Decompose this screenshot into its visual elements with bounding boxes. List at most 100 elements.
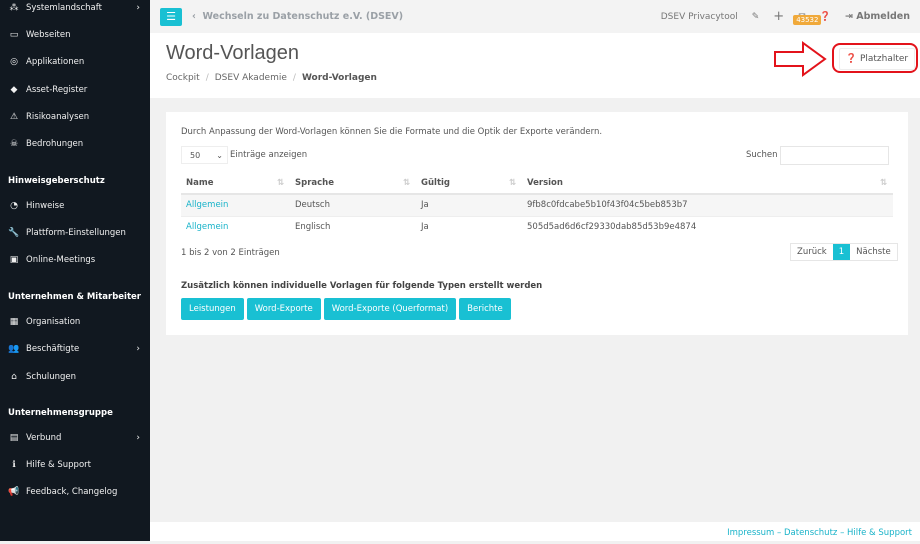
placeholder-button[interactable]: ❓ Platzhalter [839, 48, 915, 70]
word-exporte-querformat-button[interactable]: Word-Exporte (Querformat) [323, 298, 457, 320]
edit-icon[interactable]: ✎ [752, 12, 760, 22]
switch-org-label: Wechseln zu Datenschutz e.V. (DSEV) [202, 11, 404, 22]
sidebar-item-label: Schulungen [26, 372, 76, 382]
chevron-right-icon: › [136, 433, 140, 443]
menu-toggle-button[interactable]: ☰ [160, 7, 182, 26]
berichte-button[interactable]: Berichte [459, 298, 511, 320]
plus-icon[interactable]: + [773, 9, 784, 24]
chevron-right-icon: › [136, 344, 140, 354]
diamond-icon: ◆ [10, 85, 18, 95]
sidebar-item-asset-register[interactable]: ◆ Asset-Register [8, 85, 140, 95]
breadcrumb-cockpit[interactable]: Cockpit [166, 73, 200, 83]
cell-valid: Ja [416, 215, 522, 238]
cell-language: Deutsch [290, 193, 416, 216]
app-name: DSEV Privacytool [660, 11, 738, 22]
sidebar-item-label: Hinweise [26, 201, 65, 211]
sidebar-item-hilfe-support[interactable]: ℹ Hilfe & Support [8, 460, 140, 470]
chevron-right-icon: › [136, 3, 140, 13]
info-icon: ℹ [12, 460, 16, 470]
sidebar-item-bedrohungen[interactable]: ☠ Bedrohungen [8, 139, 140, 149]
whistle-icon: ◔ [10, 201, 18, 211]
prev-button[interactable]: Zurück [791, 244, 833, 260]
page-1-button[interactable]: 1 [832, 244, 851, 260]
pagination: Zurück 1 Nächste [790, 243, 898, 261]
sidebar-heading: Unternehmen & Mitarbeiter [8, 292, 141, 302]
mail-icon[interactable]: ✉43532 [793, 12, 822, 25]
logout-button[interactable]: ⇥ Abmelden [845, 11, 910, 22]
placeholder-label: Platzhalter [859, 54, 909, 64]
sidebar-item-hinweise[interactable]: ◔ Hinweise [8, 201, 140, 211]
col-name[interactable]: Name ⇅ [181, 172, 290, 195]
sidebar-item-organisation[interactable]: ▦ Organisation [8, 317, 140, 327]
sidebar-item-systemlandschaft[interactable]: ⁂ Systemlandschaft › [8, 3, 141, 13]
sidebar-item-schulungen[interactable]: ⌂ Schulungen [8, 372, 140, 382]
templates-table: Name ⇅ Sprache ⇅ Gültig ⇅ Version ⇅ Allgemei… [181, 172, 893, 238]
sidebar-heading: Hinweisgeberschutz [8, 176, 105, 186]
school-icon: ⌂ [11, 372, 17, 382]
page-size-select[interactable]: 50 ⌄ [181, 146, 228, 164]
help-icon[interactable]: ❓ [820, 12, 831, 22]
col-version[interactable]: Version ⇅ [522, 172, 893, 195]
templates-card: Durch Anpassung der Word-Vorlagen können… [166, 112, 908, 335]
arrow-annotation-icon [774, 41, 827, 77]
video-icon: ▣ [9, 255, 19, 265]
sidebar-item-label: Online-Meetings [26, 255, 96, 265]
sidebar-item-online-meetings[interactable]: ▣ Online-Meetings [8, 255, 140, 265]
sidebar-item-applikationen[interactable]: ◎ Applikationen [8, 57, 140, 67]
switch-org-link[interactable]: ‹ Wechseln zu Datenschutz e.V. (DSEV) [192, 11, 403, 22]
types-label: Zusätzlich können individuelle Vorlagen … [181, 281, 543, 291]
sidebar-item-label: Beschäftigte [26, 344, 80, 354]
cell-valid: Ja [416, 193, 522, 216]
sidebar-item-label: Webseiten [26, 30, 71, 40]
breadcrumb: Cockpit / DSEV Akademie / Word-Vorlagen [166, 73, 377, 83]
sidebar-item-label: Plattform-Einstellungen [26, 228, 126, 238]
sidebar-item-plattform-einstellungen[interactable]: 🔧 Plattform-Einstellungen [8, 228, 140, 238]
table-info: 1 bis 2 von 2 Einträgen [181, 248, 280, 258]
word-exporte-button[interactable]: Word-Exporte [246, 298, 321, 320]
table-row: Allgemein Deutsch Ja 9fb8c0fdcabe5b10f43f04… [181, 193, 893, 216]
intro-text: Durch Anpassung der Word-Vorlagen können… [181, 127, 603, 137]
disc-icon: ◎ [10, 57, 18, 67]
sidebar-item-label: Risikoanalysen [26, 112, 90, 122]
page-size-label: Einträge anzeigen [230, 150, 308, 160]
page-title: Word-Vorlagen [166, 42, 300, 64]
monitor-icon: ▭ [9, 30, 19, 40]
sidebar-item-label: Organisation [26, 317, 81, 327]
sidebar-item-label: Asset-Register [26, 85, 88, 95]
breadcrumb-current: Word-Vorlagen [301, 73, 377, 83]
col-gueltig[interactable]: Gültig ⇅ [416, 172, 522, 195]
template-link[interactable]: Allgemein [186, 222, 228, 232]
col-sprache[interactable]: Sprache ⇅ [290, 172, 416, 195]
sidebar: ⁂ Systemlandschaft › ▭ Webseiten ◎ Applikation… [0, 0, 150, 541]
sidebar-item-feedback-changelog[interactable]: 📢 Feedback, Changelog [8, 487, 140, 497]
search-input[interactable] [780, 146, 889, 165]
page-header: Word-Vorlagen Cockpit / DSEV Akademie / Word… [150, 33, 920, 98]
leistungen-button[interactable]: Leistungen [181, 298, 244, 320]
sidebar-item-beschäftigte[interactable]: 👥 Beschäftigte › [8, 344, 140, 354]
search-label: Suchen [746, 150, 778, 160]
sidebar-item-risikoanalysen[interactable]: ⚠ Risikoanalysen [8, 112, 140, 122]
megaphone-icon: 📢 [8, 487, 20, 497]
next-button[interactable]: Nächste [850, 244, 897, 260]
sidebar-item-label: Systemlandschaft [26, 3, 102, 13]
sidebar-item-label: Bedrohungen [26, 139, 84, 149]
topbar: ☰ ‹ Wechseln zu Datenschutz e.V. (DSEV) … [150, 0, 920, 33]
chevron-down-icon: ⌄ [216, 151, 223, 160]
users-icon: 👥 [8, 344, 20, 354]
footer-links[interactable]: Impressum – Datenschutz – Hilfe & Suppor… [150, 522, 920, 541]
sidebar-item-label: Applikationen [26, 57, 85, 67]
page-size-value: 50 [190, 151, 201, 160]
template-link[interactable]: Allgemein [186, 200, 228, 210]
breadcrumb-akademie[interactable]: DSEV Akademie [215, 73, 287, 83]
help-circle-icon: ❓ [845, 54, 858, 64]
building-icon: ▦ [9, 317, 19, 327]
logout-label: Abmelden [856, 11, 910, 22]
sidebar-item-webseiten[interactable]: ▭ Webseiten [8, 30, 140, 40]
sidebar-heading: Unternehmensgruppe [8, 408, 113, 418]
cell-version: 9fb8c0fdcabe5b10f43f04c5beb853b7 [522, 193, 893, 216]
notification-badge: 43532 [793, 14, 822, 25]
skull-icon: ☠ [9, 139, 19, 149]
sidebar-item-label: Feedback, Changelog [26, 487, 118, 497]
table-row: Allgemein Englisch Ja 505d5ad6d6cf29330dab8… [181, 215, 893, 238]
sidebar-item-verbund[interactable]: ▤ Verbund › [8, 433, 140, 443]
